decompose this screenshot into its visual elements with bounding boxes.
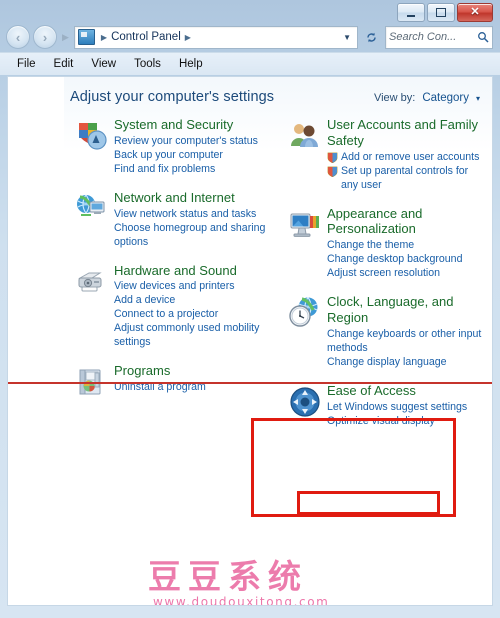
search-placeholder: Search Con... [389,31,457,43]
category-system-and-security: System and Security Review your computer'… [70,117,275,177]
category-link-label: Set up parental controls for any user [341,164,469,191]
forward-button[interactable]: › [33,25,57,49]
uac-shield-icon [327,152,338,163]
menu-bar: File Edit View Tools Help [0,52,500,75]
breadcrumb-arrow-icon-2[interactable]: ▶ [182,33,194,42]
network-globe-icon [77,194,105,216]
minimize-button[interactable] [397,3,425,22]
category-body: System and Security Review your computer'… [114,117,275,177]
navigation-bar: ‹ › ▶ ▶ Control Panel ▶ ▼ Search Con... [0,22,500,52]
breadcrumb-arrow-icon: ▶ [100,32,108,42]
category-link[interactable]: View network status and tasks [114,208,275,222]
category-link[interactable]: Set up parental controls for any user [327,165,488,193]
navigation-sidebar [8,77,64,605]
control-panel-window: ✕ ‹ › ▶ ▶ Control Panel ▶ ▼ Search Con..… [0,0,500,618]
nav-separator: ▶ [62,31,69,42]
search-icon[interactable] [477,31,489,43]
annotation-red-box-change-display-language [297,491,440,515]
title-bar: ✕ [0,0,500,22]
category-link[interactable]: Adjust commonly used mobility settings [114,322,275,350]
view-by-control[interactable]: View by: Category ▾ [374,92,480,104]
category-grid: System and Security Review your computer'… [64,105,492,442]
category-link[interactable]: Adjust screen resolution [327,267,488,281]
category-link[interactable]: Change the theme [327,239,488,253]
category-link[interactable]: View devices and printers [114,280,275,294]
category-link-label: Add or remove user accounts [341,150,480,163]
category-link[interactable]: Change keyboards or other input methods [327,328,488,356]
address-dropdown-icon[interactable]: ▼ [339,33,355,42]
category-user-accounts-and-family-safety: User Accounts and Family Safety Add or re… [283,117,488,193]
menu-edit[interactable]: Edit [45,56,83,72]
category-title[interactable]: Network and Internet [114,190,275,206]
category-title[interactable]: User Accounts and Family Safety [327,117,488,149]
category-view: Adjust your computer's settings View by:… [64,77,492,605]
category-link[interactable]: Find and fix problems [114,163,275,177]
category-link[interactable]: Change display language [327,356,488,370]
category-link[interactable]: Connect to a projector [114,308,275,322]
ease-of-access-icon [290,387,320,417]
address-bar[interactable]: ▶ Control Panel ▶ ▼ [73,25,358,49]
menu-tools[interactable]: Tools [125,56,170,72]
view-by-label: View by: [373,92,416,104]
user-accounts-icon[interactable] [283,117,327,193]
menu-view[interactable]: View [82,56,125,72]
search-input[interactable]: Search Con... [385,25,493,49]
category-hardware-and-sound: Hardware and Sound View devices and print… [70,263,275,351]
appearance-monitor-icon[interactable] [283,206,327,282]
category-title[interactable]: Appearance and Personalization [327,206,488,238]
menu-file[interactable]: File [8,56,45,72]
shield-security-icon[interactable] [70,117,114,177]
network-globe-icon[interactable] [70,190,114,250]
appearance-monitor-icon [290,213,319,237]
category-title[interactable]: Ease of Access [327,383,488,399]
user-accounts-icon [291,124,318,147]
refresh-button[interactable] [362,27,381,48]
chevron-down-icon[interactable]: ▾ [476,94,480,103]
menu-help[interactable]: Help [170,56,212,72]
breadcrumb-control-panel[interactable]: Control Panel [110,31,182,43]
content-header: Adjust your computer's settings View by:… [64,77,492,105]
category-network-and-internet: Network and Internet View network status … [70,190,275,250]
category-body: Hardware and Sound View devices and print… [114,263,275,351]
category-title[interactable]: Clock, Language, and Region [327,294,488,326]
category-column-left: System and Security Review your computer'… [70,117,275,442]
category-link[interactable]: Choose homegroup and sharing options [114,222,275,250]
clock-globe-icon [289,297,318,327]
page-title: Adjust your computer's settings [70,89,275,105]
category-body: Appearance and Personalization Change the… [327,206,488,282]
category-appearance-and-personalization: Appearance and Personalization Change the… [283,206,488,282]
category-title[interactable]: System and Security [114,117,275,133]
content-area: Adjust your computer's settings View by:… [7,76,493,606]
shield-security-icon [79,123,107,150]
uac-shield-icon [327,152,338,163]
view-by-value[interactable]: Category [422,92,469,104]
category-clock-language-and-region: Clock, Language, and Region Change keyboa… [283,294,488,370]
printer-hardware-icon [78,272,102,292]
category-link[interactable]: Add or remove user accounts [327,151,488,165]
uac-shield-icon [327,166,338,177]
uac-shield-icon [327,166,338,177]
category-column-right: User Accounts and Family Safety Add or re… [283,117,488,442]
printer-hardware-icon[interactable] [70,263,114,351]
category-title[interactable]: Programs [114,363,275,379]
maximize-button[interactable] [427,3,455,22]
control-panel-icon [77,29,95,45]
category-link[interactable]: Back up your computer [114,149,275,163]
clock-globe-icon[interactable] [283,294,327,370]
category-link[interactable]: Review your computer's status [114,135,275,149]
category-body: Network and Internet View network status … [114,190,275,250]
close-button[interactable]: ✕ [457,3,493,22]
category-body: User Accounts and Family Safety Add or re… [327,117,488,193]
back-button[interactable]: ‹ [6,25,30,49]
category-link[interactable]: Let Windows suggest settings [327,401,488,415]
window-controls: ✕ [397,3,493,22]
annotation-red-underline [8,382,492,384]
category-body: Clock, Language, and Region Change keyboa… [327,294,488,370]
category-title[interactable]: Hardware and Sound [114,263,275,279]
category-link[interactable]: Add a device [114,294,275,308]
category-link[interactable]: Change desktop background [327,253,488,267]
